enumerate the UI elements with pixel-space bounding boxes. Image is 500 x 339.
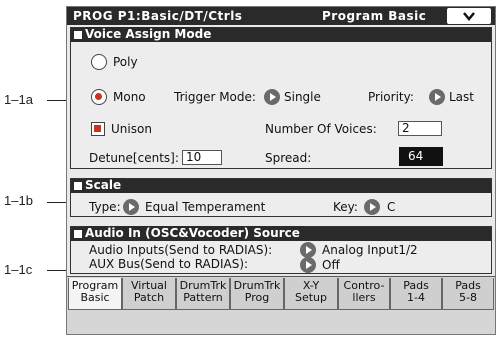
tab-program-basic-line2: Basic — [80, 291, 110, 304]
tab-drumtrk-prog-line2: Prog — [244, 291, 270, 304]
mono-radio[interactable] — [91, 89, 107, 105]
title-bar: PROG P1:Basic/DT/Ctrls Program Basic — [67, 7, 495, 25]
tab-drumtrk-pattern[interactable]: DrumTrk Pattern — [176, 278, 230, 310]
number-of-voices-field[interactable]: 2 — [398, 121, 442, 136]
tab-virtual-patch[interactable]: Virtual Patch — [122, 278, 176, 310]
tab-xy-setup-line2: Setup — [294, 291, 328, 304]
tab-drumtrk-pattern-line2: Pattern — [183, 291, 223, 304]
scale-key-value: C — [387, 200, 396, 214]
poly-radio[interactable] — [91, 54, 107, 70]
detune-field[interactable]: 10 — [182, 150, 222, 165]
voice-assign-section: Voice Assign Mode Poly Mono Trigger Mode… — [70, 27, 492, 169]
priority-label: Priority: — [368, 90, 414, 104]
priority-popup[interactable] — [429, 89, 445, 105]
tab-pads-5-8-line2: 5-8 — [459, 291, 477, 304]
chevron-down-icon — [463, 12, 475, 21]
tab-drumtrk-prog[interactable]: DrumTrk Prog — [230, 278, 284, 310]
audio-inputs-value: Analog Input1/2 — [322, 243, 418, 257]
trigger-mode-popup[interactable] — [264, 89, 280, 105]
callout-1-1c: 1–1c — [4, 262, 33, 277]
tab-controllers-line2: llers — [352, 291, 376, 304]
audio-in-header: Audio In (OSC&Vocoder) Source — [71, 226, 491, 241]
voice-assign-header: Voice Assign Mode — [71, 27, 491, 42]
audio-in-title: Audio In (OSC&Vocoder) Source — [85, 226, 304, 240]
spread-field[interactable]: 64 — [399, 147, 443, 166]
poly-label: Poly — [113, 55, 138, 69]
voice-assign-title: Voice Assign Mode — [85, 27, 216, 41]
callout-1-1b: 1–1b — [4, 193, 33, 208]
scale-type-popup[interactable] — [123, 199, 139, 215]
tab-xy-setup[interactable]: X-Y Setup — [284, 278, 338, 310]
tab-pads-1-4[interactable]: Pads 1-4 — [390, 278, 442, 310]
page-menu-button[interactable] — [447, 8, 491, 24]
number-of-voices-label: Number Of Voices: — [265, 122, 377, 136]
audio-inputs-popup[interactable] — [300, 242, 316, 258]
trigger-mode-value: Single — [284, 90, 321, 104]
scale-section: Scale Type: Equal Temperament Key: C — [70, 178, 492, 217]
spread-label: Spread: — [265, 151, 312, 165]
tab-virtual-patch-line2: Patch — [133, 291, 165, 304]
scale-key-popup[interactable] — [364, 199, 380, 215]
tab-pads-5-8[interactable]: Pads 5-8 — [442, 278, 494, 310]
unison-label: Unison — [111, 122, 152, 136]
scale-key-label: Key: — [333, 200, 358, 214]
priority-value: Last — [449, 90, 474, 104]
scale-title: Scale — [85, 178, 126, 192]
audio-in-section: Audio In (OSC&Vocoder) Source Audio Inpu… — [70, 226, 492, 274]
scale-header: Scale — [71, 178, 491, 193]
page-title: PROG P1:Basic/DT/Ctrls — [73, 9, 243, 23]
aux-bus-popup[interactable] — [300, 257, 316, 273]
detune-label: Detune[cents]: — [89, 151, 179, 165]
tab-controllers[interactable]: Contro- llers — [338, 278, 390, 310]
page-tabs: Program Basic Virtual Patch DrumTrk Patt… — [67, 276, 495, 334]
audio-inputs-label: Audio Inputs(Send to RADIAS): — [89, 243, 273, 257]
lcd-screen: PROG P1:Basic/DT/Ctrls Program Basic Voi… — [66, 6, 496, 335]
scale-type-value: Equal Temperament — [145, 200, 266, 214]
page-subtitle: Program Basic — [322, 9, 427, 23]
tab-pads-1-4-line2: 1-4 — [407, 291, 425, 304]
callout-1-1a: 1–1a — [4, 92, 33, 107]
trigger-mode-label: Trigger Mode: — [174, 90, 256, 104]
tab-program-basic[interactable]: Program Basic — [68, 278, 122, 310]
unison-checkbox[interactable] — [91, 122, 105, 136]
aux-bus-label: AUX Bus(Send to RADIAS): — [89, 257, 249, 271]
scale-type-label: Type: — [89, 200, 121, 214]
mono-label: Mono — [113, 90, 146, 104]
aux-bus-value: Off — [322, 258, 340, 272]
